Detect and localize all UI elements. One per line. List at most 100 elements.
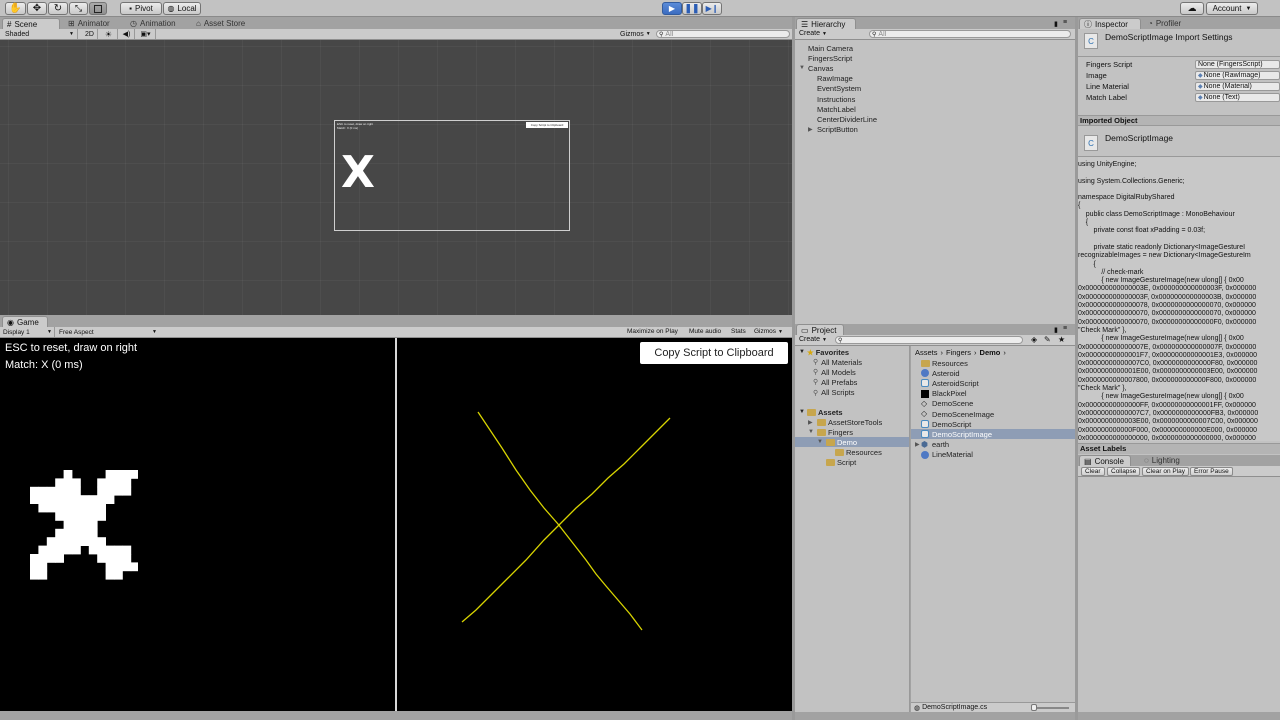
step-button[interactable]: ▶❙ <box>702 2 722 15</box>
mode-2d-toggle[interactable]: 2D <box>82 29 98 39</box>
folder-tree-item[interactable]: Resources <box>795 448 909 458</box>
mute-audio-toggle[interactable]: Mute audio <box>689 327 721 337</box>
game-gizmos-dropdown[interactable]: Gizmos ▼ <box>754 327 783 337</box>
tab-hierarchy[interactable]: ☰ Hierarchy <box>796 18 856 29</box>
shading-dropdown[interactable]: Shaded ▼ <box>2 29 78 39</box>
play-button[interactable]: ▶ <box>662 2 682 15</box>
folder-tree-item[interactable]: Script <box>795 458 909 468</box>
account-dropdown[interactable]: Account ▼ <box>1206 2 1258 15</box>
project-search-input[interactable]: ⚲ <box>835 336 1023 344</box>
tab-lighting[interactable]: ◌ Lighting <box>1140 455 1186 466</box>
breadcrumb-item-current[interactable]: Demo <box>980 348 1001 357</box>
hierarchy-search-input[interactable]: ⚲ All <box>869 30 1071 38</box>
panel-menu-icon[interactable]: ≡ <box>1063 19 1067 26</box>
project-file-item[interactable]: ◇ DemoScene <box>911 399 1075 409</box>
tab-profiler[interactable]: ◔ Profiler <box>1144 18 1187 29</box>
chevron-down-icon[interactable]: ▼ <box>817 439 826 445</box>
breadcrumb-item[interactable]: Assets <box>915 348 938 357</box>
favorite-item[interactable]: ⚲ All Models <box>795 367 909 377</box>
chevron-down-icon[interactable]: ▼ <box>808 429 817 435</box>
hierarchy-item[interactable]: RawImage <box>795 74 1075 84</box>
folder-tree-item[interactable]: ▶ AssetStoreTools <box>795 417 909 427</box>
hierarchy-item[interactable]: Instructions <box>795 94 1075 104</box>
lock-icon[interactable]: ▮ <box>1054 20 1058 28</box>
cloud-button[interactable]: ☁ <box>1180 2 1204 15</box>
move-tool-button[interactable]: ✥ <box>27 2 47 15</box>
game-viewport[interactable]: ESC to reset, draw on right Match: X (0 … <box>0 338 792 711</box>
slider-handle[interactable] <box>1031 704 1037 711</box>
object-field[interactable]: ◆ None (Text) <box>1195 93 1280 102</box>
hierarchy-item[interactable]: EventSystem <box>795 84 1075 94</box>
scale-tool-button[interactable]: ⤡ <box>69 2 88 15</box>
breadcrumb-item[interactable]: Fingers <box>946 348 971 357</box>
chevron-right-icon[interactable]: ▶ <box>808 419 817 426</box>
scene-viewport[interactable]: ESC to reset, draw on right Match: X (0 … <box>0 40 792 315</box>
effects-dropdown[interactable]: ▣▾ <box>136 29 156 39</box>
hierarchy-item[interactable]: FingersScript <box>795 53 1075 63</box>
object-field[interactable]: None (FingersScript) <box>1195 60 1280 69</box>
console-collapse-button[interactable]: Collapse <box>1107 467 1141 476</box>
hierarchy-item[interactable]: Main Camera <box>795 43 1075 53</box>
scene-gizmos-dropdown[interactable]: Gizmos ▼ <box>620 29 652 39</box>
folder-tree-item[interactable]: ▼ Fingers <box>795 427 909 437</box>
tab-project[interactable]: ▭ Project <box>796 324 844 335</box>
hierarchy-item[interactable]: CenterDividerLine <box>795 114 1075 124</box>
tab-scene[interactable]: # Scene <box>2 18 60 29</box>
hierarchy-item[interactable]: ▶ ScriptButton <box>795 125 1075 135</box>
project-file-item[interactable]: DemoScript <box>911 419 1075 429</box>
project-file-item[interactable]: Resources <box>911 358 1075 368</box>
maximize-on-play-toggle[interactable]: Maximize on Play <box>627 327 678 337</box>
code-line: private static readonly Dictionary<Image… <box>1078 243 1246 251</box>
tab-asset-store[interactable]: ⌂ Asset Store <box>192 18 251 29</box>
console-log-area[interactable] <box>1078 477 1280 712</box>
lock-icon[interactable]: ▮ <box>1054 326 1058 334</box>
favorite-item[interactable]: ⚲ All Scripts <box>795 388 909 398</box>
local-toggle[interactable]: ◍ Local <box>163 2 201 15</box>
tab-animation[interactable]: ◷ Animation <box>126 18 182 29</box>
project-file-item[interactable]: AsteroidScript <box>911 378 1075 388</box>
chevron-down-icon[interactable]: ▼ <box>799 65 808 71</box>
tab-game[interactable]: ◉ Game <box>2 316 48 327</box>
project-file-item[interactable]: BlackPixel <box>911 389 1075 399</box>
project-file-item[interactable]: DemoScriptImage <box>911 429 1075 440</box>
project-file-item[interactable]: ▶ ⬢ earth <box>911 440 1075 450</box>
project-create-dropdown[interactable]: Create ▼ <box>799 335 827 345</box>
object-field[interactable]: ◆ None (Material) <box>1195 82 1280 91</box>
tab-animator[interactable]: ⊞ Animator <box>64 18 116 29</box>
hierarchy-item[interactable]: MatchLabel <box>795 104 1075 114</box>
folder-tree-item[interactable]: ▼ Demo <box>795 437 909 448</box>
display-dropdown[interactable]: Display 1 ▼ <box>3 327 55 337</box>
drawing-area[interactable] <box>398 338 792 711</box>
favorites-header[interactable]: ▼ ★ Favorites <box>795 347 909 357</box>
stats-toggle[interactable]: Stats <box>731 327 746 337</box>
pause-button[interactable]: ❚❚ <box>682 2 702 15</box>
hierarchy-item[interactable]: ▼ Canvas <box>795 63 1075 73</box>
assets-header[interactable]: ▼ Assets <box>795 407 909 417</box>
console-clear-on-play-button[interactable]: Clear on Play <box>1142 467 1190 476</box>
tab-console[interactable]: ▤ Console <box>1079 455 1131 466</box>
aspect-dropdown[interactable]: Free Aspect ▼ <box>59 327 159 337</box>
audio-toggle[interactable]: ◀) <box>119 29 135 39</box>
panel-menu-icon[interactable]: ≡ <box>1063 325 1067 332</box>
hierarchy-create-dropdown[interactable]: Create ▼ <box>799 29 827 39</box>
project-file-item[interactable]: ◇ DemoSceneImage <box>911 409 1075 419</box>
console-clear-button[interactable]: Clear <box>1081 467 1105 476</box>
tab-inspector[interactable]: ⓘ Inspector <box>1079 18 1141 29</box>
lighting-toggle[interactable]: ☀ <box>100 29 118 39</box>
search-by-label-icon[interactable]: ✎ <box>1044 335 1051 344</box>
pivot-toggle[interactable]: ▪ Pivot <box>120 2 162 15</box>
console-error-pause-button[interactable]: Error Pause <box>1190 467 1233 476</box>
search-by-type-icon[interactable]: ◈ <box>1031 335 1037 344</box>
project-file-item[interactable]: LineMaterial <box>911 450 1075 460</box>
rotate-tool-button[interactable]: ↻ <box>48 2 68 15</box>
favorite-item[interactable]: ⚲ All Materials <box>795 357 909 367</box>
chevron-right-icon[interactable]: ▶ <box>808 126 817 133</box>
rect-tool-button[interactable] <box>89 2 107 15</box>
favorite-star-icon[interactable]: ★ <box>1058 335 1065 344</box>
hand-tool-button[interactable]: ✋ <box>5 2 26 15</box>
object-field[interactable]: ◆ None (RawImage) <box>1195 71 1280 80</box>
favorite-item[interactable]: ⚲ All Prefabs <box>795 377 909 387</box>
x-pixel <box>63 537 73 546</box>
scene-search-input[interactable]: ⚲ All <box>656 30 790 38</box>
project-file-item[interactable]: Asteroid <box>911 368 1075 378</box>
